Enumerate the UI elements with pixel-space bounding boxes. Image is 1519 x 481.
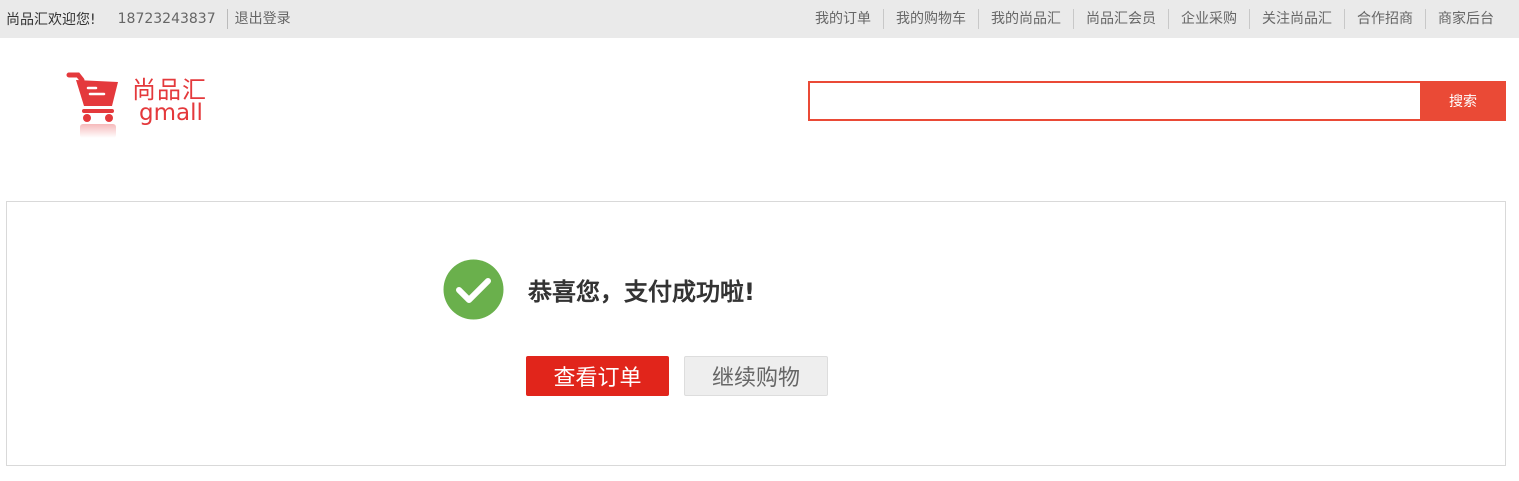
user-phone: 18723243837 [117,11,216,27]
shopping-cart-icon [66,72,118,138]
nav-membership[interactable]: 尚品汇会员 [1073,9,1168,29]
nav-my-orders[interactable]: 我的订单 [803,9,883,29]
nav-my-gmall[interactable]: 我的尚品汇 [978,9,1073,29]
welcome-text: 尚品汇欢迎您! [6,12,96,28]
search-input[interactable] [808,81,1420,121]
view-order-button[interactable]: 查看订单 [526,356,669,396]
payment-success-panel: 恭喜您，支付成功啦! 查看订单 继续购物 [6,201,1506,466]
check-circle-icon [443,259,504,320]
nav-follow[interactable]: 关注尚品汇 [1249,9,1344,29]
top-nav: 我的订单 我的购物车 我的尚品汇 尚品汇会员 企业采购 关注尚品汇 合作招商 商… [803,0,1506,38]
nav-my-cart[interactable]: 我的购物车 [883,9,978,29]
search-bar: 搜索 [808,81,1506,121]
top-bar-left: 尚品汇欢迎您! 18723243837 退出登录 [6,0,291,38]
continue-shopping-button[interactable]: 继续购物 [684,356,828,396]
nav-cooperation[interactable]: 合作招商 [1344,9,1425,29]
nav-merchant-backend[interactable]: 商家后台 [1425,9,1506,29]
search-button[interactable]: 搜索 [1420,81,1506,121]
success-message: 恭喜您，支付成功啦! [528,278,755,306]
nav-enterprise-purchase[interactable]: 企业采购 [1168,9,1249,29]
brand-name-en: gmall [139,100,203,126]
logout-link[interactable]: 退出登录 [226,9,291,29]
top-bar: 尚品汇欢迎您! 18723243837 退出登录 我的订单 我的购物车 我的尚品… [0,0,1519,38]
site-logo[interactable]: 尚品汇 gmall [66,68,226,140]
